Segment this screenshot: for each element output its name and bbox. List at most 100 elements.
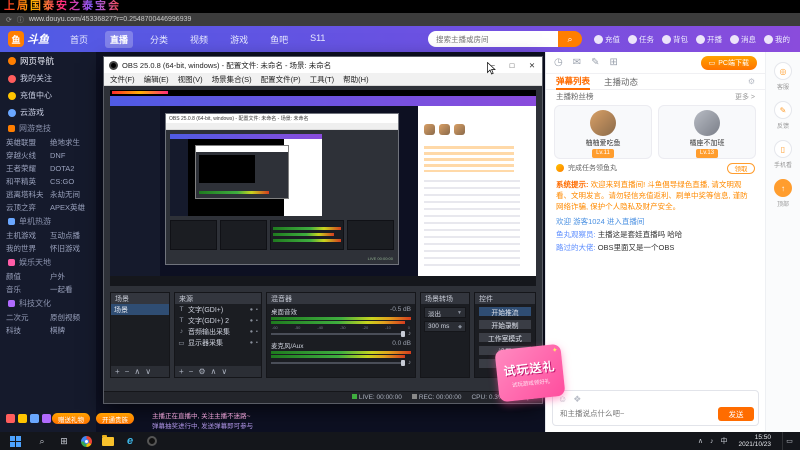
move-down-icon[interactable]: ∨ xyxy=(221,367,227,376)
douyu-logo[interactable]: 鱼 斗鱼 xyxy=(8,31,49,47)
backpack-button[interactable]: 背包 xyxy=(662,34,688,45)
sidebar-cat[interactable]: CS:GO xyxy=(50,175,94,188)
move-up-icon[interactable]: ∧ xyxy=(134,367,140,376)
noble-button[interactable]: 开通贵族 xyxy=(96,413,134,424)
lock-icon[interactable]: ▪ xyxy=(256,318,258,324)
sidebar-cat[interactable]: APEX英雄 xyxy=(50,201,94,214)
notification-center-icon[interactable]: ▭ xyxy=(782,432,796,450)
sidebar-cat[interactable]: 英雄联盟 xyxy=(6,136,50,149)
sidebar-cat[interactable]: 互动点播 xyxy=(50,229,94,242)
grid-icon[interactable]: ⊞ xyxy=(610,57,618,68)
volume-slider[interactable] xyxy=(271,360,405,366)
menu-view[interactable]: 视图(V) xyxy=(178,74,203,85)
sidebar-cat[interactable]: 怀旧游戏 xyxy=(50,242,94,255)
taskbar-clock[interactable]: 15:50 2021/10/23 xyxy=(734,434,775,449)
remove-icon[interactable]: − xyxy=(189,367,194,376)
rank-more-link[interactable]: 更多 > xyxy=(735,92,755,102)
taskbar-search-icon[interactable]: ⌕ xyxy=(31,432,53,450)
remove-icon[interactable]: − xyxy=(125,367,130,376)
visibility-icon[interactable]: ● xyxy=(250,329,253,335)
profile-button[interactable]: 我的 xyxy=(764,34,790,45)
rail-mobile[interactable]: ▯ 手机看 xyxy=(766,140,800,169)
sidebar-cat[interactable]: 原创视频 xyxy=(50,311,94,324)
clock-icon[interactable]: ◷ xyxy=(554,57,563,68)
tab-anchor-feed[interactable]: 主播动态 xyxy=(604,74,638,90)
add-icon[interactable]: + xyxy=(115,367,120,376)
start-button[interactable] xyxy=(10,435,21,447)
rocket-icon[interactable] xyxy=(30,414,39,423)
golive-button[interactable]: 开播 xyxy=(696,34,722,45)
obs-window[interactable]: OBS 25.0.8 (64-bit, windows) - 配置文件: 未命名… xyxy=(104,57,542,403)
sidebar-cat[interactable]: 颜值 xyxy=(6,270,50,283)
nav-link-yuba[interactable]: 鱼吧 xyxy=(265,31,293,48)
sidebar-cat[interactable]: 主机游戏 xyxy=(6,229,50,242)
rail-feedback[interactable]: ✎ 反馈 xyxy=(766,101,800,130)
visibility-icon[interactable]: ● xyxy=(250,318,253,324)
source-item[interactable]: T 文字(GDI+) 2 ● ▪ xyxy=(175,315,261,326)
mic-icon[interactable]: ♪ xyxy=(408,360,411,366)
task-view-icon[interactable]: ⊞ xyxy=(53,432,75,450)
sidebar-cat[interactable]: DOTA2 xyxy=(50,162,94,175)
rail-backtop[interactable]: ↑ 顶部 xyxy=(766,179,800,208)
message-button[interactable]: 消息 xyxy=(730,34,756,45)
studio-mode-button[interactable]: 工作室模式 xyxy=(478,332,532,343)
recharge-button[interactable]: 充值 xyxy=(594,34,620,45)
info-icon[interactable]: ⓘ xyxy=(17,15,24,25)
send-gift-button[interactable]: 赠送礼物 xyxy=(52,413,90,424)
source-item[interactable]: ▭ 显示器采集 ● ▪ xyxy=(175,337,261,348)
file-explorer-icon[interactable] xyxy=(97,432,119,450)
chrome-icon[interactable] xyxy=(75,432,97,450)
sidebar-cat[interactable]: 绝地求生 xyxy=(50,136,94,149)
tab-danmu-list[interactable]: 弹幕列表 xyxy=(556,74,591,90)
fan-card[interactable]: 橘座不加班 Lv.13 xyxy=(658,105,756,159)
ime-indicator[interactable]: 中 xyxy=(720,436,727,446)
move-down-icon[interactable]: ∨ xyxy=(145,367,151,376)
menu-profile[interactable]: 配置文件(P) xyxy=(261,74,301,85)
add-icon[interactable]: + xyxy=(179,367,184,376)
rail-service[interactable]: ◎ 客服 xyxy=(766,62,800,91)
task-button[interactable]: 任务 xyxy=(628,34,654,45)
obs-preview[interactable]: OBS 25.0.8 (64-bit, windows) - 配置文件: 未命名… xyxy=(110,90,536,286)
lock-icon[interactable]: ▪ xyxy=(256,307,258,313)
pc-download-button[interactable]: ▭ PC端下载 xyxy=(700,55,757,70)
start-recording-button[interactable]: 开始录制 xyxy=(478,319,532,330)
visibility-icon[interactable]: ● xyxy=(250,340,253,346)
menu-tools[interactable]: 工具(T) xyxy=(310,74,335,85)
edge-icon[interactable]: e xyxy=(119,432,141,450)
sidebar-item-recharge[interactable]: 充值中心 xyxy=(0,87,96,104)
sidebar-cat[interactable]: 音乐 xyxy=(6,283,50,296)
nav-link-live[interactable]: 直播 xyxy=(105,30,134,48)
volume-icon[interactable]: ♪ xyxy=(710,438,714,445)
sidebar-item-follow[interactable]: 我的关注 xyxy=(0,70,96,87)
obs-title-bar[interactable]: OBS 25.0.8 (64-bit, windows) - 配置文件: 未命名… xyxy=(104,57,542,73)
nav-link-s11[interactable]: S11 xyxy=(305,31,330,48)
lock-icon[interactable]: ▪ xyxy=(256,340,258,346)
sidebar-cat[interactable]: 逃离塔科夫 xyxy=(6,188,50,201)
nav-link-home[interactable]: 首页 xyxy=(65,31,93,48)
gear-icon[interactable]: ⚙ xyxy=(748,77,755,86)
search-input[interactable] xyxy=(428,31,558,47)
edit-icon[interactable]: ✎ xyxy=(591,57,599,68)
menu-file[interactable]: 文件(F) xyxy=(110,74,135,85)
sidebar-cat[interactable]: 王者荣耀 xyxy=(6,162,50,175)
tray-expand-icon[interactable]: ∧ xyxy=(698,437,703,445)
start-streaming-button[interactable]: 开始推流 xyxy=(478,306,532,317)
sidebar-cat[interactable]: 户外 xyxy=(50,270,94,283)
trial-gift-badge[interactable]: ✦ 试玩送礼 试玩游戏领好礼 xyxy=(494,343,566,403)
maximize-button[interactable]: □ xyxy=(502,57,522,73)
nav-link-game[interactable]: 游戏 xyxy=(225,31,253,48)
mail-icon[interactable]: ✉ xyxy=(573,57,581,68)
send-button[interactable]: 发送 xyxy=(718,407,754,421)
chat-text-input[interactable] xyxy=(558,406,688,420)
gift-icon[interactable] xyxy=(6,414,15,423)
transition-duration[interactable]: 300 ms ◆ xyxy=(424,321,466,332)
sidebar-cat[interactable]: 穿越火线 xyxy=(6,149,50,162)
transition-select[interactable]: 淡出 ▼ xyxy=(424,307,466,318)
sidebar-cat[interactable]: 二次元 xyxy=(6,311,50,324)
sidebar-cat[interactable]: 我的世界 xyxy=(6,242,50,255)
menu-edit[interactable]: 编辑(E) xyxy=(144,74,169,85)
fan-card[interactable]: 柚柚爱吃鱼 Lv.11 xyxy=(554,105,652,159)
close-button[interactable]: ✕ xyxy=(522,57,542,73)
claim-task-button[interactable]: 领取 xyxy=(727,162,755,174)
menu-scene-collection[interactable]: 场景集合(S) xyxy=(212,74,252,85)
